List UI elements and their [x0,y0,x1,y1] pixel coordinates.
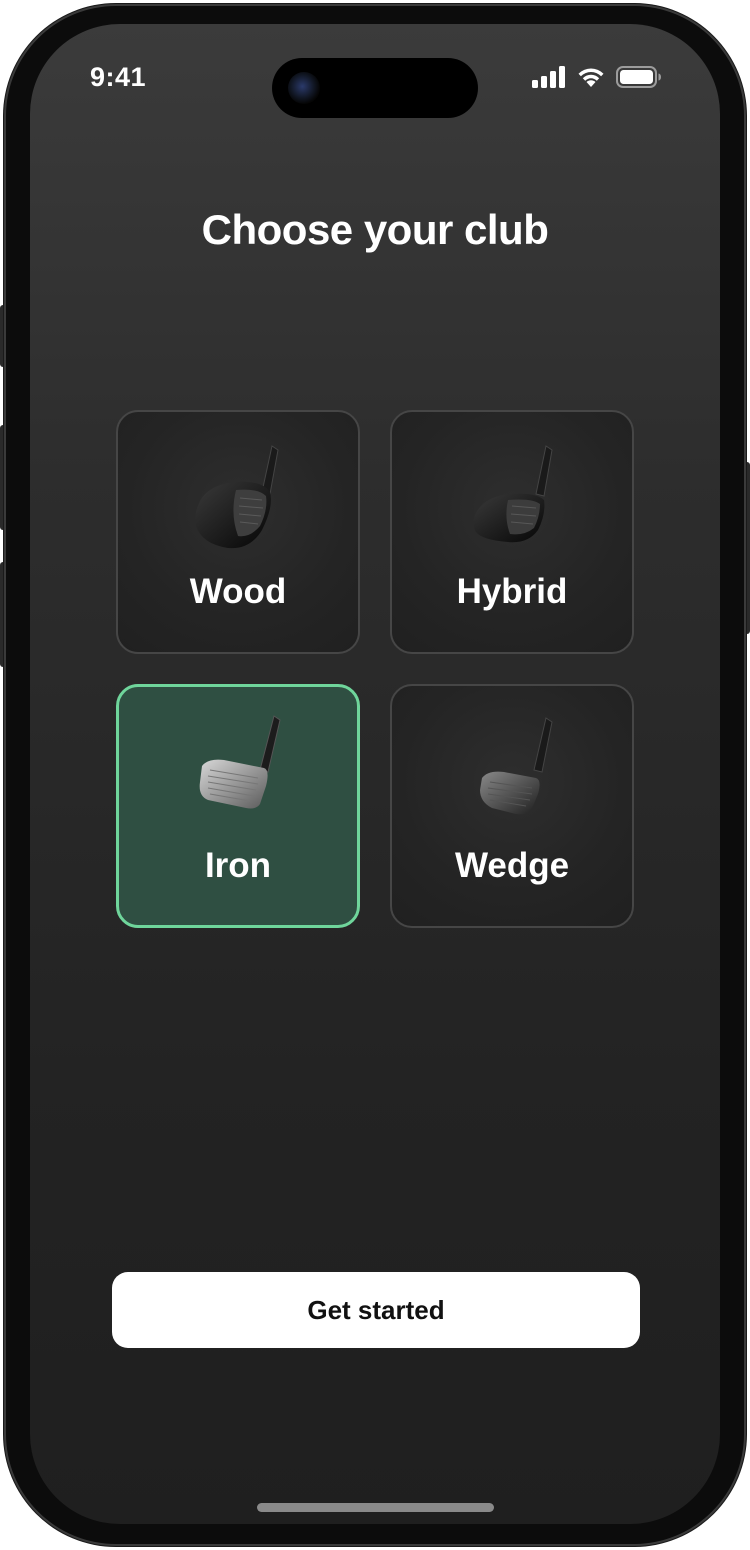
club-label-iron: Iron [204,846,272,885]
battery-icon [616,66,661,88]
status-icons [532,66,662,88]
club-label-wedge: Wedge [454,846,570,885]
home-indicator[interactable] [257,1503,494,1512]
club-label-hybrid: Hybrid [456,572,568,611]
iron-club-icon [199,715,281,809]
wifi-icon [578,68,604,87]
wedge-club-icon [480,717,553,815]
club-card-wedge[interactable]: Wedge [390,684,634,928]
front-camera [288,72,320,104]
get-started-button[interactable]: Get started [112,1272,640,1348]
club-card-wood[interactable]: Wood [116,410,360,654]
cellular-signal-icon [532,66,565,88]
club-label-wood: Wood [189,572,287,611]
status-time: 9:41 [90,62,147,92]
wood-club-icon [195,445,279,549]
page-title: Choose your club [201,206,549,253]
club-card-iron[interactable]: Iron [116,684,360,928]
club-card-hybrid[interactable]: Hybrid [390,410,634,654]
hybrid-club-icon [473,445,553,543]
